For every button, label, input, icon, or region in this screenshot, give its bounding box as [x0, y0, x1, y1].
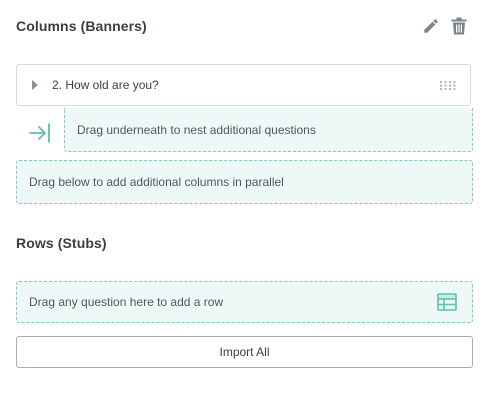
table-icon — [437, 293, 457, 311]
nest-question-dropzone[interactable]: Drag underneath to nest additional quest… — [64, 108, 473, 152]
nest-dropzone-text: Drag underneath to nest additional quest… — [77, 122, 316, 137]
columns-section-title: Columns (Banners) — [16, 18, 147, 34]
rows-section-title: Rows (Stubs) — [16, 235, 107, 251]
parallel-dropzone-text: Drag below to add additional columns in … — [29, 175, 284, 189]
caret-right-icon[interactable] — [32, 80, 38, 90]
nest-arrow-icon — [29, 123, 50, 143]
parallel-column-dropzone[interactable]: Drag below to add additional columns in … — [16, 160, 473, 204]
question-label: 2. How old are you? — [52, 78, 159, 92]
question-card[interactable]: 2. How old are you? — [16, 64, 471, 106]
pencil-icon[interactable] — [421, 16, 441, 36]
row-dropzone-text: Drag any question here to add a row — [29, 295, 224, 309]
row-dropzone[interactable]: Drag any question here to add a row — [16, 281, 473, 323]
grip-dots-icon[interactable] — [440, 81, 456, 90]
import-all-button[interactable]: Import All — [16, 336, 473, 368]
trash-icon-graphic — [451, 17, 467, 35]
pencil-icon-graphic — [424, 19, 438, 33]
trash-icon[interactable] — [449, 16, 469, 36]
